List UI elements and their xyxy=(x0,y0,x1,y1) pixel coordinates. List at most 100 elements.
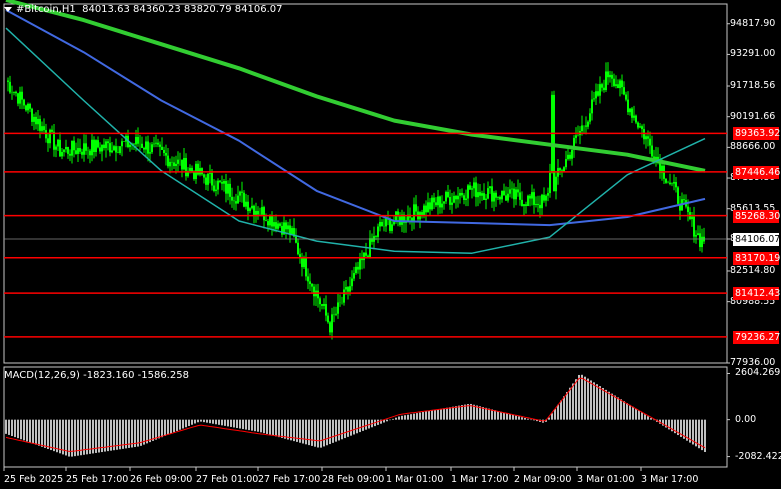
macd-bar xyxy=(419,412,421,420)
macd-bar xyxy=(413,413,415,420)
macd-bar xyxy=(641,412,643,420)
macd-bar xyxy=(350,419,352,436)
macd-bar xyxy=(233,419,235,428)
macd-bar xyxy=(518,416,520,420)
macd-bar xyxy=(626,403,628,420)
macd-bar xyxy=(440,408,442,420)
macd-bar xyxy=(155,419,157,440)
macd-bar xyxy=(533,419,535,421)
macd-bar xyxy=(401,415,403,420)
macd-bar xyxy=(611,393,613,420)
macd-bar xyxy=(203,419,205,423)
macd-bar xyxy=(509,414,511,420)
macd-bar xyxy=(311,419,313,446)
price-axis-label: 82514.80 xyxy=(730,264,776,276)
macd-bar xyxy=(488,408,490,420)
macd-bar xyxy=(347,419,349,437)
macd-bar xyxy=(431,410,433,420)
macd-bar xyxy=(584,376,586,420)
macd-bar xyxy=(182,419,184,429)
macd-bar xyxy=(227,419,229,427)
macd-bar xyxy=(215,419,217,425)
macd-bar xyxy=(497,410,499,420)
macd-bar xyxy=(194,419,196,424)
macd-bar xyxy=(158,419,160,439)
macd-bar xyxy=(44,419,46,448)
macd-bar xyxy=(617,397,619,420)
macd-bar xyxy=(14,419,16,438)
symbol-ohlc-label: #Bitcoin,H1 84013.63 84360.23 83820.79 8… xyxy=(16,4,283,15)
macd-bar xyxy=(146,419,148,444)
macd-bar xyxy=(572,383,574,420)
macd-bar xyxy=(575,379,577,420)
macd-bar xyxy=(314,419,316,447)
macd-bar xyxy=(455,406,457,420)
macd-bar xyxy=(20,419,22,440)
macd-bar xyxy=(236,419,238,428)
macd-bar xyxy=(47,419,49,449)
macd-bar xyxy=(179,419,181,430)
price-axis-label: 90191.66 xyxy=(730,110,776,122)
macd-bar xyxy=(566,391,568,420)
macd-bar xyxy=(173,419,175,433)
time-axis-label: 25 Feb 2025 xyxy=(4,474,64,485)
time-axis-label: 1 Mar 17:00 xyxy=(451,474,509,485)
macd-bar xyxy=(437,409,439,420)
macd-bar xyxy=(452,406,454,420)
macd-bar xyxy=(344,419,346,439)
level-price-tag: 85268.30 xyxy=(733,209,781,223)
macd-bar xyxy=(320,419,322,448)
macd-histogram xyxy=(5,374,706,457)
time-axis-label: 1 Mar 01:00 xyxy=(386,474,444,485)
macd-bar xyxy=(299,419,301,443)
macd-bar xyxy=(557,404,559,420)
level-price-tag: 89363.92 xyxy=(733,127,781,141)
macd-bar xyxy=(524,418,526,420)
macd-bar xyxy=(197,419,199,423)
macd-bar xyxy=(212,419,214,424)
collapse-triangle-icon[interactable] xyxy=(4,6,12,12)
macd-bar xyxy=(428,410,430,420)
macd-bar xyxy=(410,414,412,420)
macd-bar xyxy=(41,419,43,447)
macd-axis-label: 2604.269 xyxy=(735,367,781,379)
macd-bar xyxy=(578,374,580,420)
macd-bar xyxy=(506,413,508,420)
macd-bar xyxy=(530,419,532,421)
current-price-tag: 84106.07 xyxy=(733,233,781,246)
macd-bar xyxy=(209,419,211,424)
macd-bar xyxy=(272,419,274,436)
macd-bar xyxy=(386,419,388,422)
macd-bar xyxy=(218,419,220,425)
macd-bar xyxy=(32,419,34,444)
macd-bar xyxy=(56,419,58,453)
macd-bar xyxy=(239,419,241,429)
macd-bar xyxy=(491,409,493,420)
level-price-tag: 83170.19 xyxy=(733,251,781,265)
macd-bar xyxy=(338,419,340,441)
macd-bar xyxy=(605,389,607,420)
macd-bar xyxy=(50,419,52,451)
macd-bar xyxy=(434,409,436,420)
macd-bar xyxy=(629,404,631,420)
macd-bar xyxy=(23,419,25,441)
macd-bar xyxy=(167,419,169,435)
macd-bar xyxy=(356,419,358,434)
macd-bar xyxy=(638,410,640,420)
macd-bar xyxy=(602,387,604,420)
macd-bar xyxy=(512,414,514,420)
macd-bar xyxy=(302,419,304,444)
macd-bar xyxy=(53,419,55,452)
price-axis-label: 91718.56 xyxy=(730,80,776,92)
macd-bar xyxy=(326,419,328,446)
macd-bar xyxy=(284,419,286,439)
macd-bar xyxy=(404,415,406,420)
macd-bar xyxy=(635,408,637,420)
level-price-tag: 79236.27 xyxy=(733,330,781,344)
macd-bar xyxy=(353,419,355,435)
macd-bar xyxy=(263,419,265,434)
macd-bar xyxy=(257,419,259,432)
candles xyxy=(7,62,705,340)
macd-bar xyxy=(185,419,187,428)
macd-bar xyxy=(335,419,337,442)
